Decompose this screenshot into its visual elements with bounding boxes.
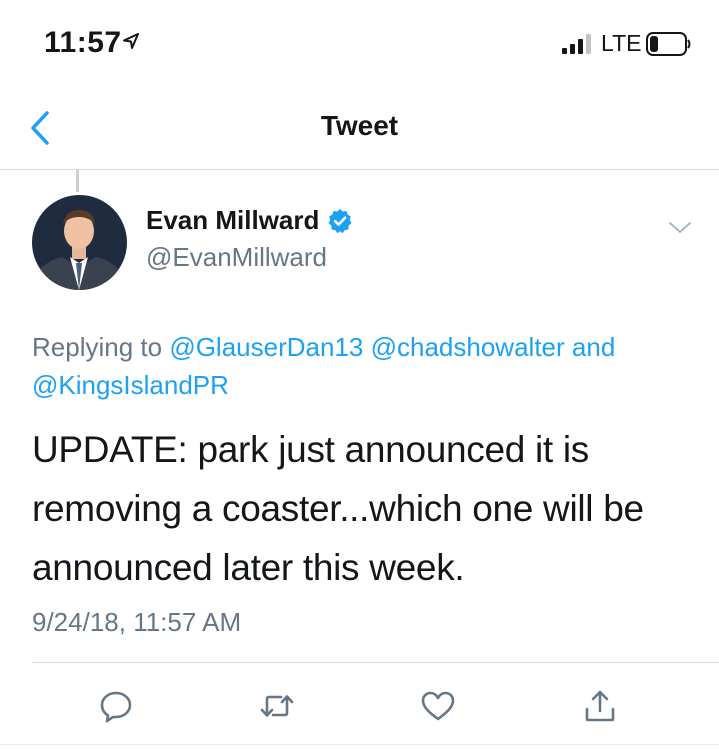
reply-icon <box>100 691 132 723</box>
tweet-text-line: announced later this week. <box>32 547 465 588</box>
replying-conjunction[interactable]: and <box>572 332 615 362</box>
divider <box>32 662 719 663</box>
author-handle[interactable]: @EvanMillward <box>146 242 327 273</box>
divider <box>0 744 719 745</box>
chevron-down-icon <box>669 222 691 233</box>
tweet-timestamp: 9/24/18, 11:57 AM <box>32 607 242 637</box>
like-button[interactable] <box>418 686 458 726</box>
share-button[interactable] <box>580 686 620 726</box>
battery-icon <box>646 32 691 56</box>
share-icon <box>585 690 615 722</box>
avatar[interactable] <box>32 195 127 290</box>
location-arrow-icon <box>123 33 139 49</box>
page-title: Tweet <box>320 110 399 141</box>
signal-strength-icon <box>562 34 591 54</box>
nav-bar: Tweet <box>0 90 719 170</box>
mention-link[interactable]: @KingsIslandPR <box>32 370 229 400</box>
author-name-row: Evan Millward <box>146 205 353 236</box>
reply-button[interactable] <box>96 686 136 726</box>
retweet-button[interactable] <box>257 686 297 726</box>
status-time: 11:57 <box>44 26 122 59</box>
verified-badge-icon <box>328 208 352 233</box>
tweet-options-button[interactable] <box>664 214 696 242</box>
tweet-text-line: UPDATE: park just announced it is <box>32 429 590 470</box>
mention-link[interactable]: @chadshowalter <box>371 332 565 362</box>
profile-photo <box>32 195 127 290</box>
replying-prefix: Replying to <box>32 332 163 362</box>
author-name[interactable]: Evan Millward <box>146 205 319 236</box>
retweet-icon <box>260 695 294 717</box>
mention-link[interactable]: @GlauserDan13 <box>169 332 363 362</box>
replying-to: Replying to @GlauserDan13 @chadshowalter… <box>32 328 692 404</box>
network-type: LTE <box>601 30 642 56</box>
tweet-text-line: removing a coaster...which one will be <box>32 488 644 529</box>
tweet-text: UPDATE: park just announced it is removi… <box>32 420 702 597</box>
status-bar: 11:57 LTE <box>0 0 719 90</box>
heart-icon <box>421 691 455 721</box>
thread-connector-line <box>76 170 79 192</box>
